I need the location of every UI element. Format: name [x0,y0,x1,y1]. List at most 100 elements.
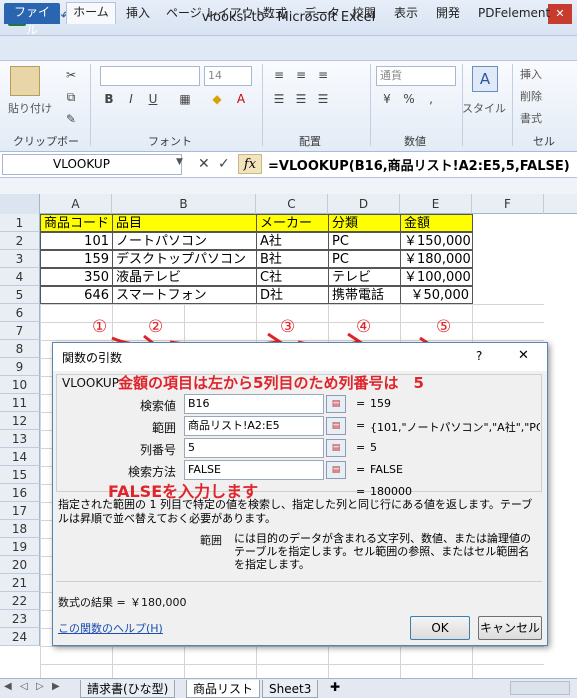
arg-range-lookup-input[interactable]: FALSE [184,460,324,480]
font-color-icon[interactable]: A [232,90,250,108]
format-painter-icon[interactable]: ✎ [62,110,80,128]
row-header[interactable]: 9 [0,358,40,376]
row-header[interactable]: 19 [0,538,40,556]
fill-color-icon[interactable]: ◆ [208,90,226,108]
align-left-icon[interactable]: ☰ [270,90,288,108]
row-header[interactable]: 21 [0,574,40,592]
paste-label[interactable]: 貼り付け [8,100,52,116]
cell-b5[interactable]: スマートフォン [112,286,257,304]
insert-cells-button[interactable]: 挿入 [520,66,542,82]
cell-b4[interactable]: 液晶テレビ [112,268,257,286]
tab-home[interactable]: ホーム [66,2,116,24]
cell-e1[interactable]: 金額 [400,214,473,232]
row-header[interactable]: 4 [0,268,40,286]
cell-b1[interactable]: 品目 [112,214,257,232]
row-header[interactable]: 24 [0,628,40,646]
number-format-combo[interactable]: 通貨 [376,66,456,86]
horizontal-scrollbar[interactable] [510,681,570,695]
tab-pdfelement[interactable]: PDFelement [472,4,556,24]
cell-e5[interactable]: ￥50,000 [400,286,473,304]
sheet-tab-sheet3[interactable]: Sheet3 [262,680,319,698]
row-header[interactable]: 22 [0,592,40,610]
arg-range-input[interactable]: 商品リスト!A2:E5 [184,416,324,436]
row-header[interactable]: 10 [0,376,40,394]
currency-icon[interactable]: ¥ [378,90,396,108]
italic-button[interactable]: I [122,90,140,108]
style-icon[interactable]: A [472,66,498,92]
col-header-a[interactable]: A [40,194,112,214]
row-header[interactable]: 11 [0,394,40,412]
dialog-help-button[interactable]: ? [476,349,482,363]
new-sheet-icon[interactable]: ✚ [330,680,340,694]
tab-view[interactable]: 表示 [388,4,424,24]
tab-review[interactable]: 校閲 [346,4,382,24]
paste-icon[interactable] [10,66,40,96]
cell-d3[interactable]: PC [328,250,401,268]
arg-lookup-value-input[interactable]: B16 [184,394,324,414]
align-center-icon[interactable]: ☰ [292,90,310,108]
chevron-down-icon[interactable]: ▼ [176,157,183,167]
row-header[interactable]: 14 [0,448,40,466]
cell-a3[interactable]: 159 [40,250,113,268]
enter-check-icon[interactable]: ✓ [218,156,230,172]
cell-c5[interactable]: D社 [256,286,329,304]
col-header-d[interactable]: D [328,194,400,214]
sheet-nav-last-icon[interactable]: ▶ [52,681,60,692]
arg-col-index-input[interactable]: 5 [184,438,324,458]
tab-developer[interactable]: 開発 [430,4,466,24]
ok-button[interactable]: OK [410,616,470,640]
row-header[interactable]: 18 [0,520,40,538]
row-header[interactable]: 17 [0,502,40,520]
row-header[interactable]: 23 [0,610,40,628]
row-header[interactable]: 6 [0,304,40,322]
name-box[interactable]: VLOOKUP [2,154,182,175]
tab-page-layout[interactable]: ページ レイアウト [160,4,272,24]
delete-cells-button[interactable]: 削除 [520,88,542,104]
range-select-icon[interactable]: ▤ [326,417,346,435]
tab-formulas[interactable]: 数式 [257,4,293,24]
font-size-combo[interactable]: 14 [204,66,252,86]
sheet-nav-next-icon[interactable]: ▷ [36,681,44,692]
cell-b3[interactable]: デスクトップパソコン [112,250,257,268]
cell-d2[interactable]: PC [328,232,401,250]
col-header-b[interactable]: B [112,194,256,214]
cell-b2[interactable]: ノートパソコン [112,232,257,250]
align-middle-icon[interactable]: ≡ [292,66,310,84]
insert-function-button[interactable]: fx [238,154,262,174]
range-select-icon[interactable]: ▤ [326,439,346,457]
cell-a1[interactable]: 商品コード [40,214,113,232]
row-header[interactable]: 1 [0,214,40,232]
cell-c3[interactable]: B社 [256,250,329,268]
percent-icon[interactable]: % [400,90,418,108]
tab-file[interactable]: ファイル [4,3,60,37]
cell-a5[interactable]: 646 [40,286,113,304]
row-header[interactable]: 2 [0,232,40,250]
bold-button[interactable]: B [100,90,118,108]
align-top-icon[interactable]: ≡ [270,66,288,84]
range-select-icon[interactable]: ▤ [326,461,346,479]
row-header[interactable]: 12 [0,412,40,430]
range-select-icon[interactable]: ▤ [326,395,346,413]
cancel-entry-icon[interactable]: ✕ [198,156,210,172]
row-header[interactable]: 13 [0,430,40,448]
row-header[interactable]: 5 [0,286,40,304]
cell-e3[interactable]: ￥180,000 [400,250,473,268]
tab-insert[interactable]: 挿入 [120,4,156,24]
row-header[interactable]: 15 [0,466,40,484]
dialog-close-button[interactable]: ✕ [518,348,529,363]
col-header-e[interactable]: E [400,194,472,214]
align-bottom-icon[interactable]: ≡ [314,66,332,84]
font-name-combo[interactable] [100,66,200,86]
cut-icon[interactable]: ✂ [62,66,80,84]
select-all-corner[interactable] [0,194,40,214]
cell-c4[interactable]: C社 [256,268,329,286]
tab-data[interactable]: データ [298,4,346,24]
cell-d1[interactable]: 分類 [328,214,401,232]
cell-d5[interactable]: 携帯電話 [328,286,401,304]
function-help-link[interactable]: この関数のヘルプ(H) [58,620,163,636]
cell-d4[interactable]: テレビ [328,268,401,286]
cell-e2[interactable]: ￥150,000 [400,232,473,250]
row-header[interactable]: 7 [0,322,40,340]
align-right-icon[interactable]: ☰ [314,90,332,108]
cell-c2[interactable]: A社 [256,232,329,250]
